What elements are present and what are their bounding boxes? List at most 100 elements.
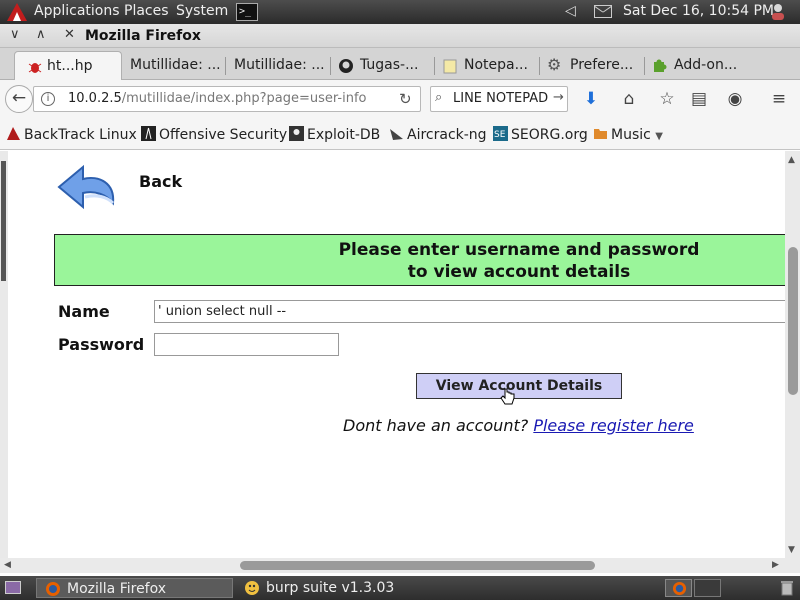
tab-notepad[interactable]: Notepa... bbox=[436, 51, 536, 80]
window-title: Mozilla Firefox bbox=[85, 28, 201, 44]
url-bar[interactable]: i 10.0.2.5/mutillidae/index.php?page=use… bbox=[33, 86, 421, 112]
form-header-banner: Please enter username and password to vi… bbox=[54, 234, 785, 286]
offsec-icon bbox=[141, 126, 156, 141]
tab-tugas[interactable]: Tugas-... bbox=[332, 51, 434, 80]
task-burp-suite[interactable]: burp suite v1.3.03 bbox=[236, 578, 456, 598]
aircrack-icon bbox=[390, 129, 403, 140]
bookmark-label: Music bbox=[611, 127, 651, 143]
scroll-right-icon[interactable]: ▶ bbox=[772, 560, 779, 570]
backtrack-logo-icon[interactable] bbox=[4, 1, 30, 23]
tab-label: Notepa... bbox=[464, 57, 528, 73]
close-icon[interactable]: ✕ bbox=[64, 27, 75, 42]
github-icon bbox=[339, 59, 353, 73]
tab-user-info[interactable]: ht...hp bbox=[14, 51, 122, 80]
bookmark-exploit-db[interactable]: Exploit-DB bbox=[289, 126, 380, 143]
chevron-down-icon: ▼ bbox=[655, 131, 663, 142]
show-desktop-icon[interactable] bbox=[5, 581, 21, 594]
url-text[interactable]: 10.0.2.5/mutillidae/index.php?page=user-… bbox=[68, 91, 367, 106]
home-icon[interactable]: ⌂ bbox=[618, 89, 640, 111]
search-icon: ⌕ bbox=[435, 90, 443, 105]
menu-hamburger-icon[interactable]: ≡ bbox=[768, 89, 790, 111]
bookmark-folder-music[interactable]: Music ▼ bbox=[593, 126, 663, 143]
left-scroll-thumb[interactable] bbox=[1, 161, 6, 281]
tab-separator bbox=[330, 57, 331, 75]
firefox-icon bbox=[672, 581, 687, 596]
reading-list-icon[interactable]: ▤ bbox=[688, 89, 710, 111]
page-content: Back Please enter username and password … bbox=[0, 151, 785, 558]
download-icon[interactable]: ⬇ bbox=[580, 89, 602, 111]
back-button[interactable]: ← bbox=[5, 85, 33, 113]
bookmark-backtrack[interactable]: BackTrack Linux bbox=[6, 126, 137, 143]
burp-icon bbox=[245, 581, 259, 595]
bookmark-star-icon[interactable]: ☆ bbox=[656, 89, 678, 111]
mail-icon[interactable] bbox=[594, 5, 612, 18]
register-link[interactable]: Please register here bbox=[533, 416, 694, 435]
username-input[interactable] bbox=[154, 300, 785, 323]
bookmarks-toolbar: BackTrack Linux Offensive Security Explo… bbox=[0, 118, 800, 150]
puzzle-icon bbox=[654, 59, 667, 72]
hand-cursor-icon bbox=[500, 388, 515, 405]
user-icon[interactable] bbox=[768, 2, 788, 22]
clock[interactable]: Sat Dec 16, 10:54 PM bbox=[623, 3, 774, 19]
banner-line-1: Please enter username and password bbox=[338, 240, 700, 260]
reload-icon[interactable]: ↻ bbox=[399, 90, 412, 108]
search-text: LINE NOTEPAD bbox=[453, 91, 549, 106]
maximize-icon[interactable]: ∧ bbox=[36, 27, 46, 42]
register-prompt: Dont have an account? bbox=[343, 416, 529, 435]
tab-separator bbox=[644, 57, 645, 75]
tab-label: Prefere... bbox=[570, 57, 634, 73]
site-info-icon[interactable]: i bbox=[41, 92, 55, 106]
banner-line-2: to view account details bbox=[407, 262, 631, 282]
bookmark-label: Offensive Security bbox=[159, 127, 288, 143]
password-label: Password bbox=[58, 335, 145, 354]
bookmark-label: Exploit-DB bbox=[307, 127, 381, 143]
bottom-taskbar: Mozilla Firefox burp suite v1.3.03 bbox=[0, 576, 800, 600]
name-label: Name bbox=[58, 302, 110, 321]
vertical-scrollbar[interactable]: ▲ ▼ bbox=[785, 151, 800, 558]
menu-applications[interactable]: Applications bbox=[34, 3, 120, 19]
left-scrollbar[interactable] bbox=[0, 151, 8, 558]
minimize-icon[interactable]: ∨ bbox=[10, 27, 20, 42]
url-host: 10.0.2.5 bbox=[68, 91, 122, 106]
tab-mutillidae-2[interactable]: Mutillidae: ... bbox=[227, 51, 331, 80]
tab-label: ht...hp bbox=[47, 58, 93, 74]
chat-icon[interactable]: ◉ bbox=[724, 89, 746, 111]
bookmark-seorg[interactable]: SE SEORG.org bbox=[493, 126, 588, 143]
horizontal-scroll-thumb[interactable] bbox=[240, 561, 595, 570]
gear-icon: ⚙ bbox=[547, 55, 562, 74]
bug-icon bbox=[28, 63, 42, 73]
window-titlebar: ∨ ∧ ✕ Mozilla Firefox bbox=[0, 24, 800, 48]
tab-preferences[interactable]: ⚙ Prefere... bbox=[541, 51, 643, 80]
terminal-launcher-icon[interactable]: >_ bbox=[236, 3, 258, 21]
backtrack-icon bbox=[7, 127, 20, 140]
scroll-down-icon[interactable]: ▼ bbox=[788, 545, 795, 555]
tab-mutillidae-1[interactable]: Mutillidae: ... bbox=[122, 51, 226, 80]
bookmark-label: Aircrack-ng bbox=[407, 127, 487, 143]
horizontal-scrollbar[interactable]: ◀ ▶ bbox=[0, 558, 800, 573]
password-input[interactable] bbox=[154, 333, 339, 356]
search-bar[interactable]: ⌕ LINE NOTEPAD → bbox=[430, 86, 568, 112]
tab-separator bbox=[434, 57, 435, 75]
volume-icon[interactable]: ◁ bbox=[565, 3, 576, 19]
tab-separator bbox=[225, 57, 226, 75]
view-account-details-button[interactable]: View Account Details bbox=[416, 373, 622, 399]
folder-icon bbox=[594, 129, 607, 139]
scroll-up-icon[interactable]: ▲ bbox=[788, 155, 795, 165]
workspace-1[interactable] bbox=[665, 579, 692, 597]
trash-icon[interactable] bbox=[780, 579, 794, 596]
search-go-icon[interactable]: → bbox=[553, 90, 564, 105]
url-path: /mutillidae/index.php?page=user-info bbox=[121, 91, 367, 106]
bookmark-aircrack[interactable]: Aircrack-ng bbox=[389, 126, 487, 143]
scroll-left-icon[interactable]: ◀ bbox=[4, 560, 11, 570]
vertical-scroll-thumb[interactable] bbox=[788, 247, 798, 395]
workspace-2[interactable] bbox=[694, 579, 721, 597]
menu-system[interactable]: System bbox=[176, 3, 228, 19]
back-arrow-icon[interactable] bbox=[55, 157, 125, 217]
tab-add-ons[interactable]: Add-on... bbox=[646, 51, 746, 80]
back-link[interactable]: Back bbox=[139, 172, 182, 191]
bookmark-offensive-security[interactable]: Offensive Security bbox=[141, 126, 287, 143]
task-firefox[interactable]: Mozilla Firefox bbox=[36, 578, 233, 598]
menu-places[interactable]: Places bbox=[124, 3, 169, 19]
tab-label: Mutillidae: ... bbox=[234, 57, 325, 73]
register-prompt-line: Dont have an account? Please register he… bbox=[343, 416, 694, 435]
